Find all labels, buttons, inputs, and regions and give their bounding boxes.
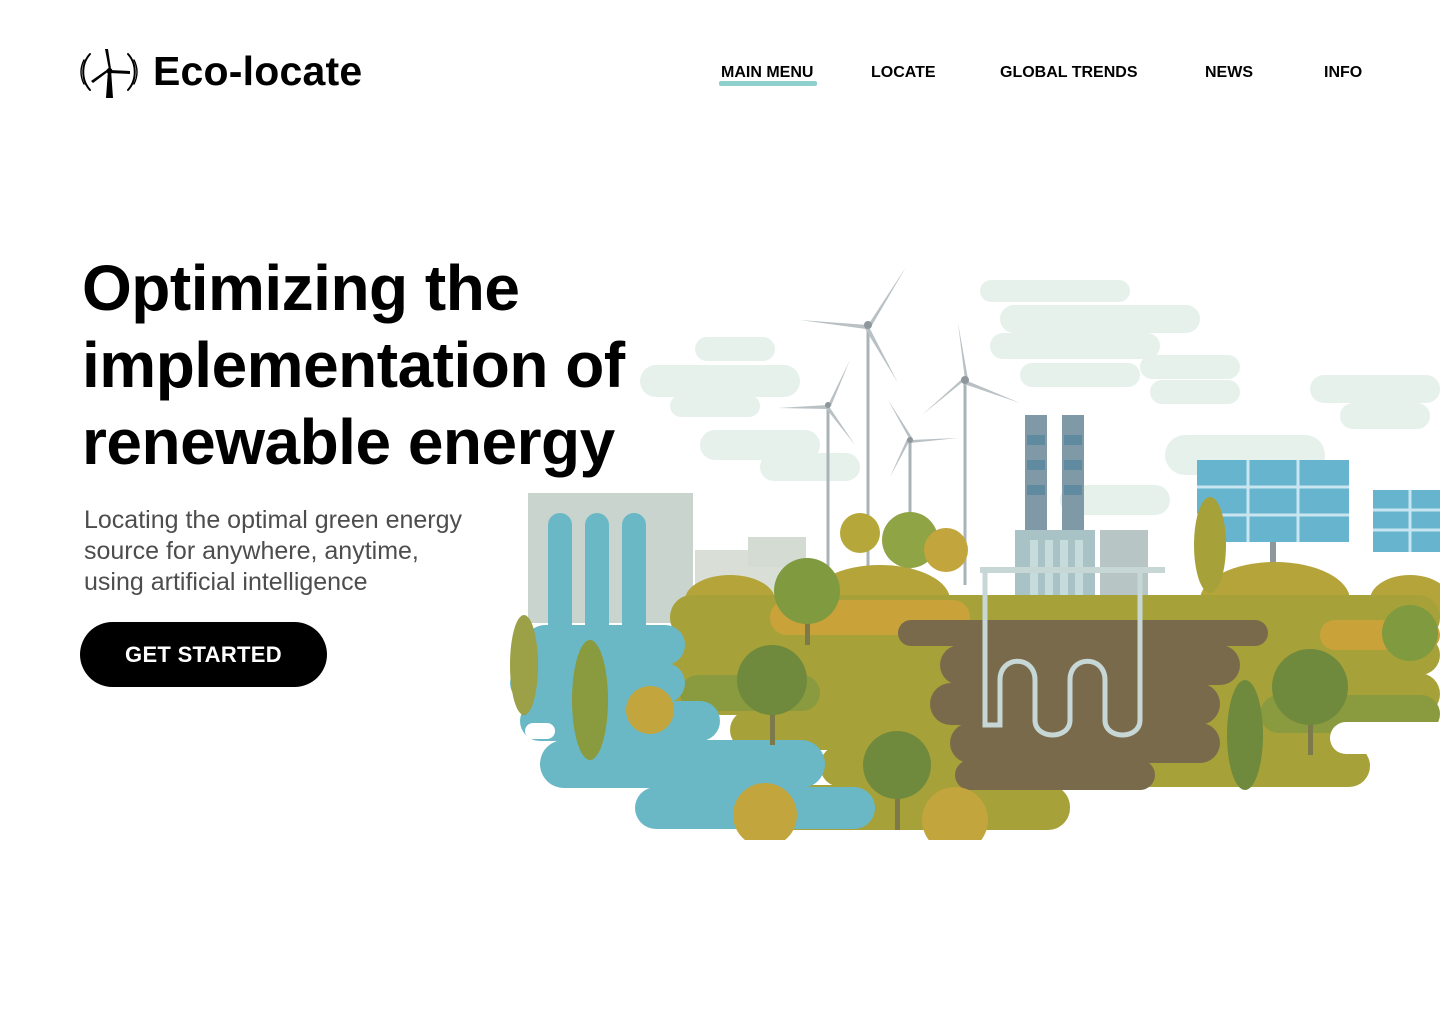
nav-global-trends[interactable]: GLOBAL TRENDS bbox=[1000, 63, 1137, 83]
hero-title-line: implementation of bbox=[82, 329, 625, 401]
nav-main-menu[interactable]: MAIN MENU bbox=[721, 63, 813, 83]
hero-title-line: Optimizing the bbox=[82, 252, 520, 324]
wind-turbine-icon[interactable] bbox=[78, 46, 140, 100]
hero-title: Optimizing the implementation of renewab… bbox=[82, 250, 722, 481]
brand-name[interactable]: Eco-locate bbox=[153, 46, 362, 96]
hero-subtitle-line: using artificial intelligence bbox=[84, 568, 368, 596]
hero-subtitle-line: Locating the optimal green energy bbox=[84, 506, 463, 534]
landing-page: Eco-locate MAIN MENU LOCATE GLOBAL TREND… bbox=[0, 0, 1440, 1024]
nav-active-indicator bbox=[719, 81, 817, 86]
nav-news[interactable]: NEWS bbox=[1205, 63, 1253, 83]
hero-title-line: renewable energy bbox=[82, 406, 615, 478]
nav-info[interactable]: INFO bbox=[1324, 63, 1362, 83]
hero-subtitle-line: source for anywhere, anytime, bbox=[84, 537, 419, 565]
hero-subtitle: Locating the optimal green energy source… bbox=[84, 505, 524, 598]
nav-locate[interactable]: LOCATE bbox=[871, 63, 936, 83]
get-started-button[interactable]: GET STARTED bbox=[80, 622, 327, 687]
